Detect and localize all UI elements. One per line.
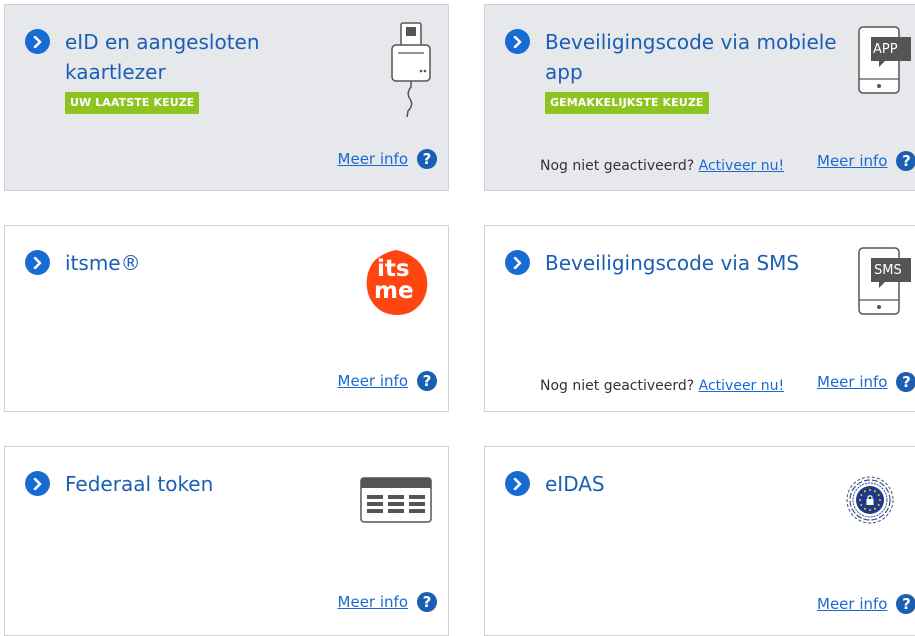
phone-sms-icon: SMS [857, 246, 915, 322]
eidas-logo [845, 475, 895, 529]
meer-info: Meer info ? [817, 372, 915, 392]
question-mark-icon[interactable]: ? [896, 594, 915, 614]
card-mobile-app[interactable]: Beveiligingscode via mobiele app GEMAKKE… [484, 4, 915, 191]
activation-prefix: Nog niet geactiveerd? [540, 378, 695, 394]
chevron-right-icon [25, 29, 50, 54]
meer-info-link[interactable]: Meer info [817, 595, 887, 613]
meer-info: Meer info ? [817, 151, 915, 171]
phone-app-icon: APP [857, 25, 915, 101]
card-title: Federaal token [65, 472, 214, 496]
card-eidas[interactable]: eIDAS Meer info ? [484, 446, 915, 636]
question-mark-icon[interactable]: ? [896, 372, 915, 392]
question-mark-icon[interactable]: ? [417, 592, 437, 612]
activate-now-link[interactable]: Activeer nu! [699, 158, 784, 174]
meer-info-link[interactable]: Meer info [338, 593, 408, 611]
meer-info: Meer info ? [338, 592, 437, 612]
card-title: Beveiligingscode via mobiele app [545, 30, 837, 84]
card-title: itsme® [65, 251, 141, 275]
card-title: eID en aangesloten kaartlezer [65, 30, 260, 84]
meer-info-link[interactable]: Meer info [817, 373, 887, 391]
token-card-icon [360, 477, 432, 527]
activation-text: Nog niet geactiveerd? Activeer nu! [540, 158, 784, 174]
card-sms[interactable]: Beveiligingscode via SMS SMS Nog niet ge… [484, 225, 915, 412]
activation-prefix: Nog niet geactiveerd? [540, 158, 695, 174]
card-title: eIDAS [545, 472, 605, 496]
phone-sms-label: SMS [874, 263, 902, 278]
chevron-right-icon [505, 29, 530, 54]
card-reader-icon [386, 21, 436, 125]
status-badge: UW LAATSTE KEUZE [65, 92, 200, 114]
meer-info: Meer info ? [338, 371, 437, 391]
meer-info-link[interactable]: Meer info [338, 150, 408, 168]
chevron-right-icon [505, 471, 530, 496]
activation-text: Nog niet geactiveerd? Activeer nu! [540, 378, 784, 394]
itsme-logo-top: its [377, 256, 410, 282]
card-title: Beveiligingscode via SMS [545, 251, 800, 275]
itsme-logo: its me [359, 246, 433, 324]
meer-info: Meer info ? [817, 594, 915, 614]
question-mark-icon[interactable]: ? [417, 371, 437, 391]
card-itsme[interactable]: itsme® its me Meer info ? [4, 225, 449, 412]
question-mark-icon[interactable]: ? [896, 151, 915, 171]
phone-app-label: APP [873, 42, 898, 57]
meer-info: Meer info ? [338, 149, 437, 169]
chevron-right-icon [505, 250, 530, 275]
question-mark-icon[interactable]: ? [417, 149, 437, 169]
itsme-logo-bottom: me [374, 278, 414, 304]
card-eid[interactable]: eID en aangesloten kaartlezer UW LAATSTE… [4, 4, 449, 191]
activate-now-link[interactable]: Activeer nu! [699, 378, 784, 394]
status-badge: GEMAKKELIJKSTE KEUZE [545, 92, 709, 114]
chevron-right-icon [25, 250, 50, 275]
chevron-right-icon [25, 471, 50, 496]
card-federaal-token[interactable]: Federaal token Meer info ? [4, 446, 449, 636]
meer-info-link[interactable]: Meer info [338, 372, 408, 390]
meer-info-link[interactable]: Meer info [817, 152, 887, 170]
